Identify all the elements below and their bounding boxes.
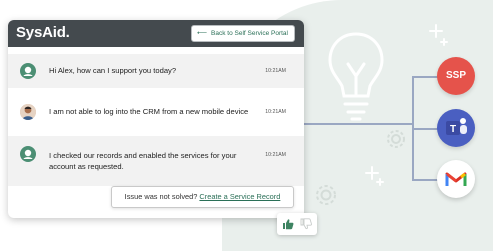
bot-avatar [20,63,36,79]
back-to-portal-button[interactable]: ⟵ Back to Self Service Portal [191,25,295,42]
gmail-app-button[interactable] [437,160,475,198]
message-text-line: account as requested. [49,162,124,171]
message-text: I checked our records and enabled the se… [49,150,236,172]
back-button-label: Back to Self Service Portal [211,30,288,37]
bot-icon [23,149,33,159]
sysaid-logo: SysAid. [16,23,70,43]
message-time: 10:21AM [265,68,286,74]
gmail-icon [445,172,467,186]
feedback-widget [277,213,317,235]
user-photo-icon [20,104,36,120]
thumbs-down-icon[interactable] [300,218,312,230]
message-bot: Hi Alex, how can I support you today? 10… [8,54,304,88]
message-time: 10:21AM [265,109,286,115]
ssp-app-button[interactable]: SSP [437,57,475,95]
logo-dot: . [65,24,70,41]
message-text: Hi Alex, how can I support you today? [49,66,177,75]
issue-not-solved-box: Issue was not solved? Create a Service R… [111,186,294,208]
gear-icon [387,130,405,148]
arrow-left-icon: ⟵ [197,30,208,37]
sparkle-icon-lower [365,166,384,186]
bot-icon [23,66,33,76]
message-time: 10:21AM [265,152,286,158]
message-text-line: I checked our records and enabled the se… [49,151,237,160]
teams-icon: T [446,118,467,135]
message-user: I am not able to log into the CRM from a… [8,94,304,131]
message-text: I am not able to log into the CRM from a… [49,107,249,116]
sparkle-icon [429,24,448,46]
gear-icon-lower [316,185,336,205]
thumbs-up-icon[interactable] [282,218,294,230]
teams-app-button[interactable]: T [437,109,475,147]
ssp-label: SSP [445,70,466,81]
lightbulb-icon [328,32,384,121]
chat-header: SysAid. ⟵ Back to Self Service Portal [8,20,304,47]
connector-line [304,123,413,125]
create-service-record-link[interactable]: Create a Service Record [199,192,280,201]
message-bot: I checked our records and enabled the se… [8,136,304,186]
user-avatar [20,104,36,120]
issue-prefix: Issue was not solved? [124,192,198,201]
bot-avatar [20,146,36,162]
svg-text:T: T [450,124,456,135]
logo-text: SysAid [16,24,66,41]
